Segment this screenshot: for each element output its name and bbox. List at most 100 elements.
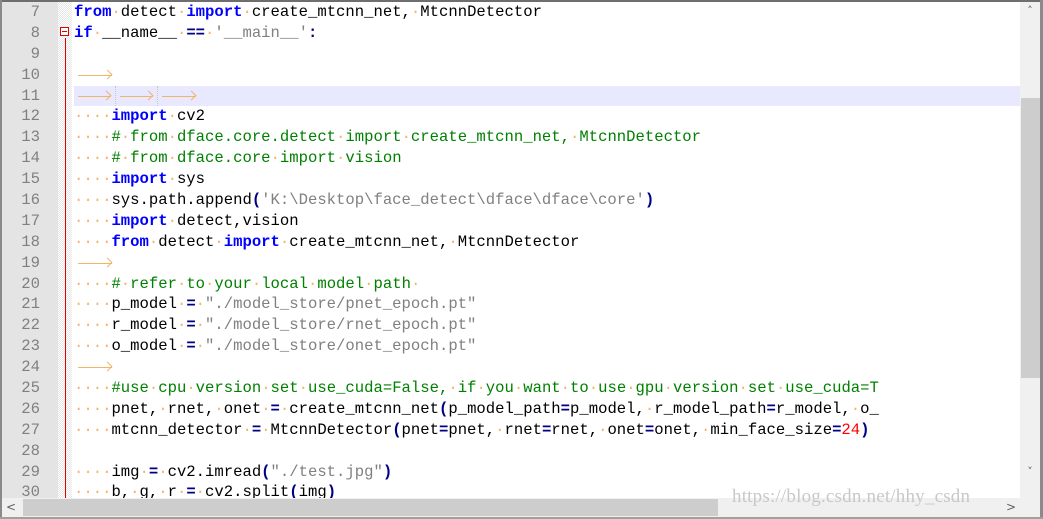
scroll-left-icon[interactable]: < [2,498,20,517]
whitespace-marker: ···· [74,170,112,189]
line-number: 25 [21,379,40,398]
whitespace-marker: · [120,149,131,168]
code-text[interactable] [74,85,1020,107]
code-line[interactable]: 12 ····import·cv2 [0,106,1020,127]
code-line[interactable]: 28 [0,441,1020,462]
whitespace-marker: · [242,3,252,21]
code-text[interactable] [74,357,1020,378]
code-text[interactable]: ····mtcnn_detector·=·MtcnnDetector(pnet=… [74,420,1020,441]
code-line[interactable]: 7 from·detect·import·create_mtcnn_net,·Mt… [0,2,1020,23]
line-number: 16 [21,191,40,210]
code-text[interactable]: ····pnet,·rnet,·onet·=·create_mtcnn_net(… [74,399,1020,420]
operator-token: ) [860,420,870,439]
whitespace-marker: · [588,379,599,398]
code-line[interactable]: 20 ····#·refer·to·your·local·model·path· [0,274,1020,295]
whitespace-marker: · [176,295,187,314]
comment-token: you [485,379,514,398]
identifier-token: cv2.imread [167,462,262,481]
code-text[interactable]: ····r_model·=·"./model_store/rnet_epoch.… [74,315,1020,336]
code-text[interactable] [74,44,1020,65]
whitespace-marker: · [261,420,271,439]
code-line[interactable]: 22 ····r_model·=·"./model_store/rnet_epoc… [0,315,1020,336]
code-line[interactable]: 25 ····#use·cpu·version·set·use_cuda=Fals… [0,378,1020,399]
code-text[interactable]: ····p_model·=·"./model_store/pnet_epoch.… [74,294,1020,315]
code-line[interactable]: 23 ····o_model·=·"./model_store/onet_epoc… [0,336,1020,357]
vertical-scrollbar[interactable]: ˄ ˅ [1020,2,1040,480]
scroll-up-icon[interactable]: ˄ [1020,2,1040,19]
code-line[interactable]: 27 ····mtcnn_detector·=·MtcnnDetector(pne… [0,420,1020,441]
fold-collapse-icon[interactable] [60,27,69,36]
keyword-token: import [111,211,168,230]
code-line[interactable]: 15 ····import·sys [0,169,1020,190]
identifier-token: p_model, [570,399,645,418]
code-line[interactable]: 17 ····import·detect,vision [0,211,1020,232]
code-editor[interactable]: 7 from·detect·import·create_mtcnn_net,·Mt… [0,2,1020,498]
code-line[interactable]: 26 ····pnet,·rnet,·onet·=·create_mtcnn_ne… [0,399,1020,420]
code-text[interactable]: ····#·from·dface.core.detect·import·crea… [74,127,1020,148]
code-text[interactable]: ····#·refer·to·your·local·model·path· [74,274,1020,295]
scroll-right-icon[interactable]: > [1002,498,1020,517]
code-line[interactable]: 19 [0,253,1020,274]
operator-token: : [307,23,318,42]
code-line[interactable]: 29 ····img·=·cv2.imread("./test.jpg") [0,462,1020,483]
code-line[interactable]: 21 ····p_model·=·"./model_store/pnet_epoc… [0,294,1020,315]
code-text[interactable]: ····#use·cpu·version·set·use_cuda=False,… [74,378,1020,399]
comment-token: # [111,274,121,293]
string-token: "./model_store/rnet_epoch.pt" [205,316,477,335]
identifier-token: mtcnn_detector [111,420,243,439]
identifier-token: r [167,483,177,498]
operator-token: = [186,483,196,498]
code-line[interactable]: 14 ····#·from·dface.core·import·vision [0,148,1020,169]
code-text[interactable] [74,253,1020,274]
whitespace-marker: · [92,23,103,42]
code-text[interactable]: ····img·=·cv2.imread("./test.jpg") [74,462,1020,483]
code-text[interactable]: ····sys.path.append('K:\Desktop\face_det… [74,190,1020,211]
vertical-scroll-thumb[interactable] [1021,98,1040,378]
line-number: 23 [21,337,40,356]
horizontal-scroll-thumb[interactable] [23,499,718,516]
code-line[interactable]: 18 ····from·detect·import·create_mtcnn_ne… [0,232,1020,253]
comment-token: # [111,128,121,147]
code-text[interactable] [74,65,1020,86]
code-text[interactable]: ····#·from·dface.core·import·vision [74,148,1020,169]
whitespace-marker: · [148,379,159,398]
tab-arrow-icon [116,85,158,107]
whitespace-marker: · [214,232,224,251]
comment-token: cpu [158,379,187,398]
whitespace-marker: · [139,462,149,481]
identifier-token: __name__ [102,23,177,42]
operator-token: = [560,399,571,418]
code-line[interactable]: 11 [0,85,1020,107]
whitespace-marker: ···· [74,191,112,210]
code-line[interactable]: 9 [0,44,1020,65]
whitespace-marker: · [701,420,711,439]
code-text[interactable]: ····from·detect·import·create_mtcnn_net,… [74,232,1020,253]
code-line[interactable]: 10 [0,65,1020,86]
code-line[interactable]: 13 ····#·from·dface.core.detect·import·cr… [0,127,1020,148]
code-line[interactable]: 8 if·__name__·==·'__main__': [0,23,1020,44]
operator-token: ) [382,462,393,481]
comment-token: use [598,379,627,398]
code-text[interactable]: ····import·sys [74,169,1020,190]
code-text[interactable]: ····import·cv2 [74,106,1020,127]
whitespace-marker: · [410,274,421,293]
whitespace-marker: · [261,379,271,398]
code-text[interactable]: if·__name__·==·'__main__': [74,23,1020,44]
comment-token: use_cuda=False, [307,379,449,398]
code-line[interactable]: 16 ····sys.path.append('K:\Desktop\face_d… [0,190,1020,211]
comment-token: import [345,128,402,147]
scroll-down-icon[interactable]: ˅ [1020,463,1040,480]
code-text[interactable]: ····import·detect,vision [74,211,1020,232]
comment-token: want [523,379,561,398]
whitespace-marker: ···· [74,337,112,356]
code-line[interactable]: 24 [0,357,1020,378]
whitespace-marker: · [364,274,374,293]
line-number: 10 [21,65,40,84]
whitespace-marker: · [111,3,121,21]
identifier-token: sys.path.append [111,191,252,210]
code-text[interactable]: from·detect·import·create_mtcnn_net,·Mtc… [74,2,1020,23]
line-number: 17 [21,211,40,230]
code-text[interactable]: ····o_model·=·"./model_store/onet_epoch.… [74,336,1020,357]
whitespace-marker: · [167,149,177,168]
code-text[interactable] [74,441,1020,462]
